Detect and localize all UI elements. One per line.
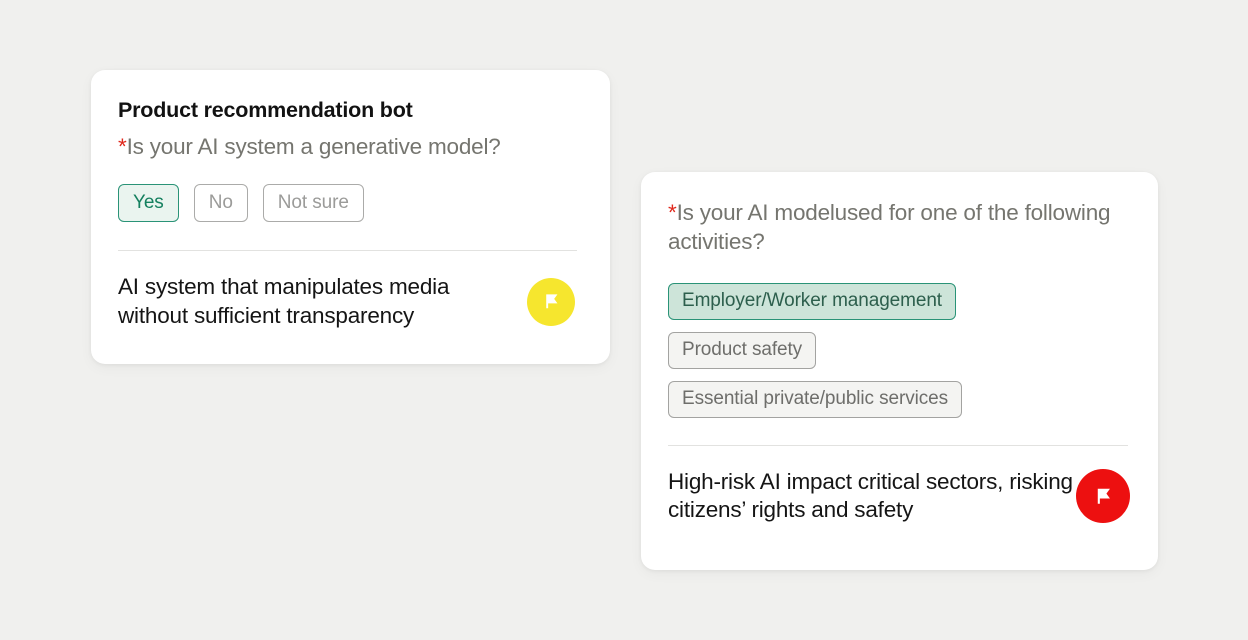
risk-result-text: High-risk AI impact critical sectors, ri…	[668, 468, 1073, 525]
divider	[118, 250, 577, 251]
activities-question: *Is your AI modelused for one of the fol…	[668, 198, 1128, 257]
card-title: Product recommendation bot	[118, 98, 577, 123]
generative-model-question: *Is your AI system a generative model?	[118, 132, 577, 161]
option-essential-services[interactable]: Essential private/public services	[668, 381, 962, 418]
answer-options: Yes No Not sure	[118, 184, 577, 222]
required-asterisk: *	[668, 200, 677, 225]
question-text: Is your AI system a generative model?	[127, 134, 501, 159]
option-employer-worker-management[interactable]: Employer/Worker management	[668, 283, 956, 320]
divider	[668, 445, 1128, 446]
product-recommendation-card: Product recommendation bot *Is your AI s…	[91, 70, 610, 364]
option-no[interactable]: No	[194, 184, 248, 222]
danger-flag-badge	[1076, 469, 1130, 523]
option-product-safety[interactable]: Product safety	[668, 332, 816, 369]
activity-options: Employer/Worker management Product safet…	[668, 283, 1128, 418]
high-risk-activities-card: *Is your AI modelused for one of the fol…	[641, 172, 1158, 570]
option-not-sure[interactable]: Not sure	[263, 184, 364, 222]
risk-result-text: AI system that manipulates media without…	[118, 273, 523, 330]
yellow-flag-icon	[540, 290, 563, 313]
required-asterisk: *	[118, 134, 127, 159]
red-flag-icon	[1091, 484, 1116, 509]
question-text: Is your AI modelused for one of the foll…	[668, 200, 1110, 254]
risk-result-row: High-risk AI impact critical sectors, ri…	[668, 468, 1128, 525]
warning-flag-badge	[527, 278, 575, 326]
option-yes[interactable]: Yes	[118, 184, 179, 222]
risk-result-row: AI system that manipulates media without…	[118, 273, 577, 330]
